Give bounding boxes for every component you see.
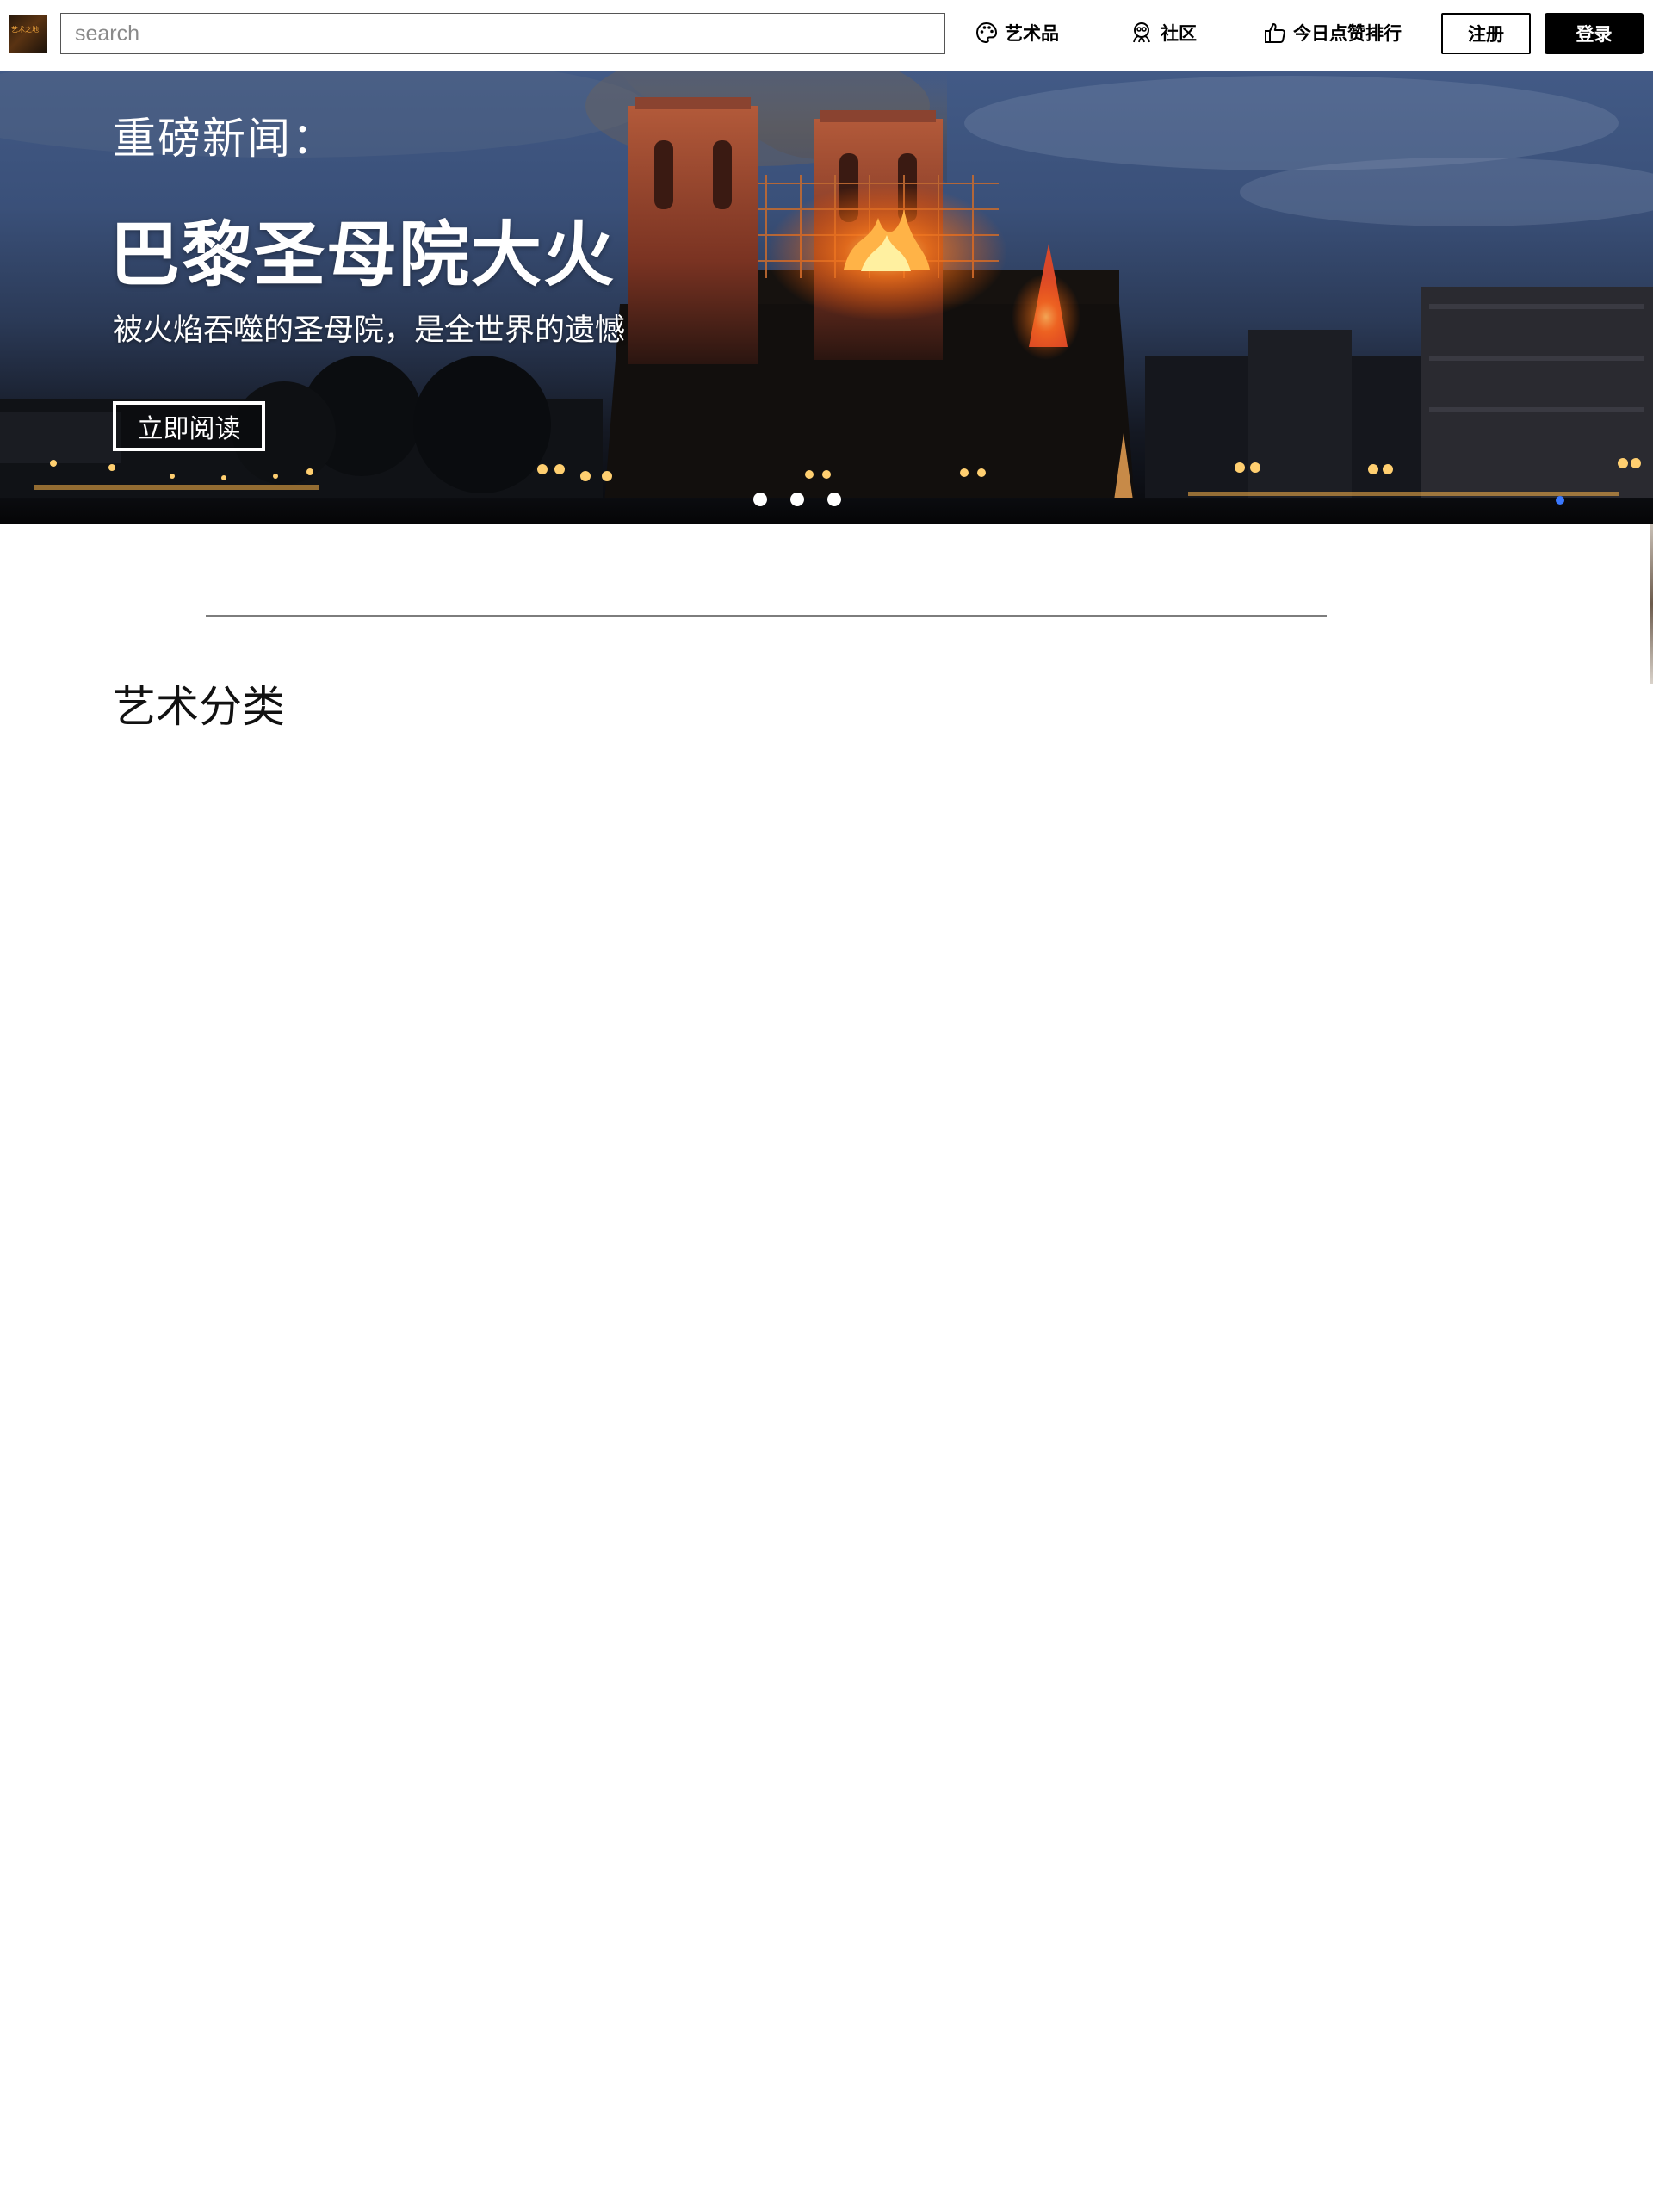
palette-icon: [975, 22, 998, 44]
thumbs-up-icon: [1264, 22, 1286, 44]
top-navbar: 艺术之地 艺术品 社区: [0, 0, 1653, 71]
nav-ranking-label: 今日点赞排行: [1293, 22, 1402, 44]
carousel-dot[interactable]: [753, 493, 767, 506]
section-divider: [206, 615, 1327, 617]
nav-artworks[interactable]: 艺术品: [975, 15, 1059, 50]
nav-community[interactable]: 社区: [1130, 15, 1197, 50]
carousel-indicators: [753, 493, 841, 506]
read-now-button[interactable]: 立即阅读: [113, 401, 265, 451]
hero-kicker: 重磅新闻：: [113, 114, 337, 164]
nav-community-label: 社区: [1161, 22, 1197, 44]
community-icon: [1130, 22, 1154, 44]
hero-subtitle: 被火焰吞噬的圣母院，是全世界的遗憾: [113, 313, 626, 348]
nav-artworks-label: 艺术品: [1005, 22, 1059, 44]
carousel-dot[interactable]: [827, 493, 841, 506]
hero-title: 巴黎圣母院大火: [109, 214, 616, 296]
nav-daily-likes-ranking[interactable]: 今日点赞排行: [1264, 15, 1402, 50]
register-button[interactable]: 注册: [1441, 13, 1531, 54]
logo-wordmark: 艺术之地: [11, 26, 39, 34]
search-input[interactable]: [60, 13, 945, 54]
hero-banner: 重磅新闻： 巴黎圣母院大火 被火焰吞噬的圣母院，是全世界的遗憾 立即阅读: [0, 71, 1653, 524]
login-button[interactable]: 登录: [1545, 13, 1644, 54]
site-logo[interactable]: 艺术之地: [9, 15, 47, 53]
art-categories-heading: 艺术分类: [113, 682, 285, 732]
carousel-dot[interactable]: [790, 493, 804, 506]
